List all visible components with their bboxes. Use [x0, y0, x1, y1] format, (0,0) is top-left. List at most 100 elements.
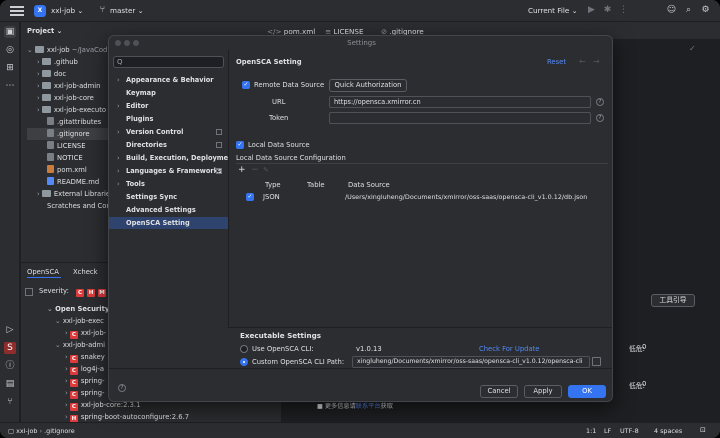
settings-search-input[interactable]: Q	[113, 56, 224, 68]
url-help-icon[interactable]: ?	[596, 98, 604, 106]
project-badge: X	[34, 5, 46, 17]
chevron-down-icon: ⌄	[47, 305, 53, 313]
gear-icon[interactable]: ⚙	[700, 5, 711, 16]
more-tools-icon[interactable]: ⋯	[4, 80, 16, 92]
token-field[interactable]	[329, 112, 591, 124]
severity-high-badge[interactable]: H	[87, 289, 95, 297]
tab-xcheck[interactable]: Xcheck	[73, 268, 98, 276]
tree-label: xxl-job-exec	[62, 317, 104, 325]
tab-opensca[interactable]: OpenSCA	[27, 268, 59, 276]
problems-icon[interactable]: ⓘ	[4, 360, 16, 372]
run-icon[interactable]: ▶	[586, 5, 597, 16]
severity-critical-badge[interactable]: C	[76, 289, 84, 297]
nav-advanced[interactable]: Advanced Settings	[109, 204, 228, 216]
tree-item[interactable]: .gitattributes	[27, 116, 114, 128]
local-source-checkbox[interactable]: ✓	[236, 141, 244, 149]
token-help-icon[interactable]: ?	[596, 114, 604, 122]
debug-icon[interactable]: ✱	[602, 5, 613, 16]
more-icon[interactable]: ⋮	[618, 5, 629, 16]
browse-folder-icon[interactable]	[592, 357, 601, 366]
row-data-source[interactable]: /Users/xingluheng/Documents/xmirror/oss-…	[345, 193, 587, 201]
check-update-link[interactable]: Check For Update	[479, 345, 539, 353]
tree-label: xxl-job-	[80, 329, 107, 337]
edit-icon[interactable]: ✎	[263, 166, 269, 174]
left-tool-strip: ▣ ◎ ⊞ ⋯ ▷ S ⓘ ▤ ⑂	[0, 22, 20, 422]
tree-item[interactable]: › External Libraries	[27, 188, 114, 200]
status-encoding[interactable]: UTF-8	[620, 427, 639, 435]
nav-directories[interactable]: Directories	[109, 139, 228, 151]
project-panel-title[interactable]: Project ⌄	[27, 27, 62, 35]
tree-item[interactable]: Scratches and Con	[27, 200, 114, 212]
git-icon[interactable]: ⑂	[4, 396, 16, 408]
back-arrow-icon[interactable]: ←	[579, 57, 586, 66]
apply-button[interactable]: Apply	[524, 385, 562, 398]
row-enabled-checkbox[interactable]: ✓	[246, 193, 254, 201]
nav-build[interactable]: Build, Execution, Deployment	[109, 152, 236, 164]
tree-label: README.md	[57, 178, 100, 186]
run-tool-icon[interactable]: ▷	[4, 324, 16, 336]
chevron-right-icon: ›	[65, 377, 68, 385]
nav-settings-sync[interactable]: Settings Sync	[109, 191, 228, 203]
filter-icon[interactable]	[25, 288, 33, 296]
tree-root[interactable]: ⌄ xxl-job ~/JavaCod	[27, 44, 114, 56]
nav-plugins[interactable]: Plugins	[109, 113, 228, 125]
nav-editor[interactable]: Editor	[109, 100, 228, 112]
tree-item[interactable]: › xxl-job-executo	[27, 104, 114, 116]
search-icon[interactable]: ⌕	[683, 5, 694, 16]
opensca-icon[interactable]: S	[4, 342, 16, 354]
users-icon[interactable]: ☺	[666, 5, 677, 16]
severity-medium-badge[interactable]: M	[98, 289, 106, 297]
tree-item[interactable]: › xxl-job-core	[27, 92, 114, 104]
tree-label: pom.xml	[57, 166, 87, 174]
folder-icon[interactable]: ▣	[4, 26, 16, 38]
ok-button[interactable]: OK	[568, 385, 606, 398]
terminal-icon[interactable]: ▤	[4, 378, 16, 390]
status-position[interactable]: 1:1	[586, 427, 596, 435]
add-icon[interactable]: +	[238, 165, 246, 175]
nav-keymap[interactable]: Keymap	[109, 87, 228, 99]
risk-low-value-2: 0	[642, 380, 647, 388]
reset-link[interactable]: Reset	[547, 58, 566, 66]
nav-appearance[interactable]: Appearance & Behavior	[109, 74, 228, 86]
project-switcher[interactable]: xxl-job ⌄	[51, 6, 83, 15]
nav-tools[interactable]: Tools	[109, 178, 228, 190]
forward-arrow-icon[interactable]: →	[593, 57, 600, 66]
nav-opensca-setting[interactable]: OpenSCA Setting	[109, 217, 228, 229]
lock-icon[interactable]: ⊡	[700, 426, 706, 434]
status-line-separator[interactable]: LF	[604, 427, 611, 435]
commit-icon[interactable]: ◎	[4, 44, 16, 56]
maven-file-icon	[47, 165, 54, 173]
quick-authorization-button[interactable]: Quick Authorization	[329, 79, 407, 92]
tree-item[interactable]: › .github	[27, 56, 114, 68]
tree-item[interactable]: › xxl-job-admin	[27, 80, 114, 92]
settings-nav: Q Appearance & Behavior Keymap Editor Pl…	[109, 50, 236, 368]
custom-cli-radio[interactable]	[240, 358, 248, 366]
remote-source-checkbox[interactable]: ✓	[242, 81, 250, 89]
folder-icon	[41, 70, 51, 77]
run-config-selector[interactable]: Current File ⌄	[528, 6, 578, 15]
tree-item-selected[interactable]: .gitignore	[27, 128, 114, 140]
tree-item[interactable]: NOTICE	[27, 152, 114, 164]
help-icon[interactable]: ?	[118, 384, 126, 392]
nav-version-control[interactable]: Version Control	[109, 126, 228, 138]
status-indent[interactable]: 4 spaces	[654, 427, 682, 435]
footer-info: ■ 更多信息请联系平台获取	[317, 401, 393, 410]
nav-languages[interactable]: Languages & Frameworks	[109, 165, 228, 177]
chevron-right-icon: ›	[65, 389, 68, 397]
tree-item[interactable]: pom.xml	[27, 164, 114, 176]
url-field[interactable]: https://opensca.xmirror.cn	[329, 96, 591, 108]
cancel-button[interactable]: Cancel	[480, 385, 518, 398]
tree-item[interactable]: › doc	[27, 68, 114, 80]
main-menu-icon[interactable]	[10, 6, 24, 16]
status-breadcrumb[interactable]: ▢ xxl-job › .gitignore	[8, 427, 75, 435]
branch-switcher[interactable]: master ⌄	[110, 6, 144, 15]
structure-icon[interactable]: ⊞	[4, 62, 16, 74]
footer-link[interactable]: 联系平台	[356, 403, 381, 410]
tree-item[interactable]: LICENSE	[27, 140, 114, 152]
custom-cli-path-field[interactable]: xingluheng/Documents/xmirror/oss-saas/op…	[352, 356, 590, 368]
tool-guide-button[interactable]: 工具引导	[651, 294, 695, 307]
remove-icon[interactable]: −	[251, 165, 259, 175]
use-cli-radio[interactable]	[240, 345, 248, 353]
tree-item[interactable]: README.md	[27, 176, 114, 188]
tab-underline	[27, 277, 61, 278]
